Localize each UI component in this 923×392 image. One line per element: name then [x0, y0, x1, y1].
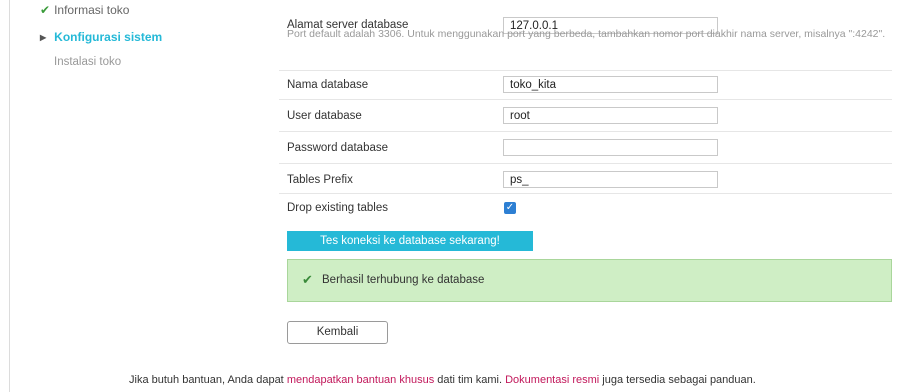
db-user-label: User database [287, 110, 362, 122]
left-frame-border [9, 0, 10, 392]
triangle-right-icon: ▶ [40, 33, 47, 42]
help-footer: Jika butuh bantuan, Anda dapat mendapatk… [129, 374, 756, 386]
step-store-info: ✔ Informasi toko [40, 3, 129, 17]
form-row-prefix: Tables Prefix [279, 163, 892, 194]
success-message: Berhasil terhubung ke database [322, 274, 485, 286]
db-password-input[interactable] [503, 139, 718, 156]
form-row-db-user: User database [279, 99, 892, 132]
form-row-db-password: Password database [279, 131, 892, 164]
form-row-db-name: Nama database [279, 70, 892, 100]
back-button[interactable]: Kembali [287, 321, 388, 344]
checkmark-icon: ✔ [302, 272, 313, 287]
drop-tables-label: Drop existing tables [287, 202, 388, 214]
form-row-drop-tables: Drop existing tables ✓ [279, 193, 892, 222]
db-password-label: Password database [287, 142, 389, 154]
prefix-label: Tables Prefix [287, 174, 353, 186]
footer-text: juga tersedia sebagai panduan. [599, 374, 756, 386]
documentation-link[interactable]: Dokumentasi resmi [505, 374, 599, 386]
test-connection-button[interactable]: Tes koneksi ke database sekarang! [287, 231, 533, 251]
success-alert: ✔ Berhasil terhubung ke database [287, 259, 892, 302]
checkmark-icon: ✔ [40, 3, 51, 17]
footer-text: dati tim kami. [434, 374, 506, 386]
form-row-server: Alamat server database Port default adal… [279, 10, 892, 71]
support-link[interactable]: mendapatkan bantuan khusus [287, 374, 434, 386]
db-name-input[interactable] [503, 76, 718, 93]
step-label: Informasi toko [54, 3, 130, 17]
drop-tables-checkbox[interactable]: ✓ [504, 202, 516, 214]
step-label: Konfigurasi sistem [54, 30, 163, 44]
db-name-label: Nama database [287, 79, 369, 91]
step-label: Instalasi toko [54, 56, 122, 68]
step-system-config: ▶ Konfigurasi sistem [40, 30, 162, 44]
server-help-text: Port default adalah 3306. Untuk mengguna… [287, 28, 886, 40]
prefix-input[interactable] [503, 171, 718, 188]
step-store-install: Instalasi toko [54, 56, 121, 68]
db-user-input[interactable] [503, 107, 718, 124]
footer-text: Jika butuh bantuan, Anda dapat [129, 374, 287, 386]
